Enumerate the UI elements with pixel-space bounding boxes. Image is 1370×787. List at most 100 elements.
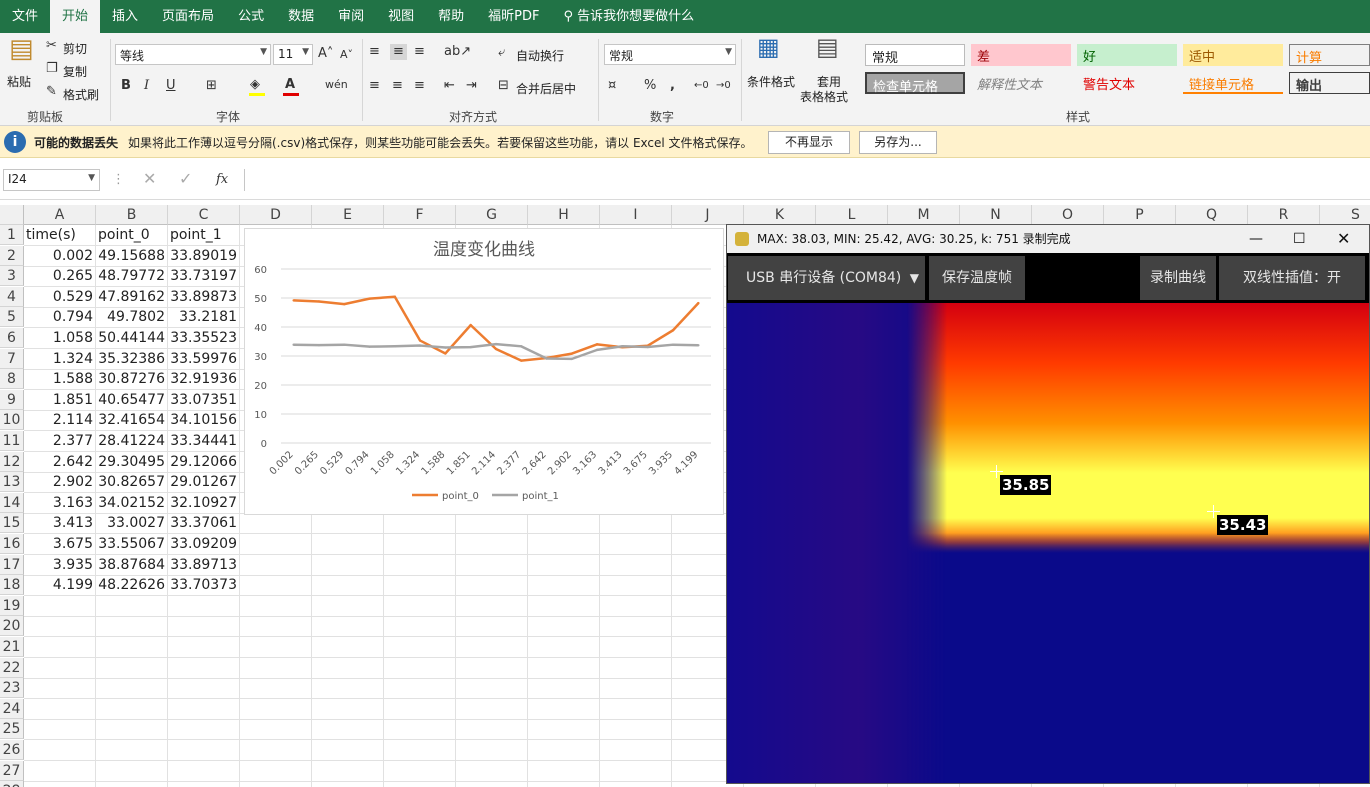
thermal-image[interactable]: 35.85 35.43 (727, 303, 1369, 783)
italic-button[interactable]: I (144, 78, 149, 94)
row-header[interactable]: 17 (0, 554, 24, 575)
column-header[interactable]: A (24, 205, 96, 225)
align-bottom-icon[interactable]: ≡ (414, 44, 425, 60)
column-header[interactable]: K (744, 205, 816, 225)
menu-help[interactable]: 帮助 (426, 0, 476, 33)
menu-formulas[interactable]: 公式 (226, 0, 276, 33)
data-cell[interactable]: 2.377 (24, 431, 95, 451)
align-left-icon[interactable]: ≡ (369, 78, 380, 94)
data-cell[interactable]: 2.642 (24, 452, 95, 472)
row-header[interactable]: 24 (0, 698, 24, 719)
underline-button[interactable]: U (166, 78, 176, 94)
menu-file[interactable]: 文件 (0, 0, 50, 33)
decrease-indent-icon[interactable]: ⇤ (444, 78, 455, 94)
data-cell[interactable]: 33.35523 (168, 328, 239, 348)
row-header[interactable]: 6 (0, 328, 24, 348)
column-header[interactable]: N (960, 205, 1032, 225)
data-cell[interactable]: 1.588 (24, 369, 95, 389)
row-header[interactable]: 9 (0, 389, 24, 410)
data-cell[interactable]: 34.02152 (96, 493, 167, 513)
row-header[interactable]: 27 (0, 760, 24, 781)
row-header[interactable]: 18 (0, 575, 24, 596)
data-cell[interactable]: 29.30495 (96, 452, 167, 472)
maximize-icon[interactable]: ☐ (1293, 225, 1306, 253)
shrink-font-icon[interactable]: A˅ (340, 47, 353, 63)
data-cell[interactable]: 4.199 (24, 575, 95, 595)
data-cell[interactable]: 3.413 (24, 513, 95, 533)
name-box[interactable]: I24 ▼ (3, 169, 100, 191)
header-cell[interactable]: point_1 (168, 225, 240, 245)
menu-foxit-pdf[interactable]: 福昕PDF (476, 0, 551, 33)
style-warning[interactable]: 警告文本 (1077, 72, 1177, 94)
formula-input[interactable] (244, 169, 1370, 191)
style-calculation[interactable]: 计算 (1289, 44, 1370, 66)
data-cell[interactable]: 33.37061 (168, 513, 239, 533)
row-header[interactable]: 11 (0, 431, 24, 451)
row-header[interactable]: 22 (0, 657, 24, 678)
menu-insert[interactable]: 插入 (100, 0, 150, 33)
increase-indent-icon[interactable]: ⇥ (466, 78, 477, 94)
data-cell[interactable]: 33.09209 (168, 534, 239, 554)
enter-icon[interactable]: ✓ (179, 171, 192, 187)
align-center-icon[interactable]: ≡ (392, 78, 403, 94)
row-header[interactable]: 21 (0, 637, 24, 657)
menu-view[interactable]: 视图 (376, 0, 426, 33)
column-header[interactable]: C (168, 205, 240, 225)
data-cell[interactable]: 29.12066 (168, 452, 239, 472)
style-neutral[interactable]: 适中 (1183, 44, 1283, 66)
style-explanatory[interactable]: 解释性文本 (971, 72, 1071, 94)
font-name-select[interactable]: 等线 ▼ (115, 44, 271, 65)
currency-icon[interactable]: ¤ (608, 78, 616, 94)
data-cell[interactable]: 0.529 (24, 287, 95, 307)
data-cell[interactable]: 33.2181 (168, 307, 239, 327)
data-cell[interactable]: 35.32386 (96, 349, 167, 369)
data-cell[interactable]: 32.10927 (168, 493, 239, 513)
line-chart[interactable]: 温度变化曲线 0 10 20 30 40 50 60 0.002 0.265 0.529 0.794 1… (244, 228, 724, 515)
paste-icon[interactable]: ▤ (9, 36, 34, 62)
row-header[interactable]: 14 (0, 492, 24, 513)
copy-button[interactable]: 复制 (63, 63, 87, 80)
column-header[interactable]: S (1320, 205, 1370, 225)
data-cell[interactable]: 3.163 (24, 493, 95, 513)
row-header[interactable]: 20 (0, 616, 24, 637)
data-cell[interactable]: 48.79772 (96, 266, 167, 286)
data-cell[interactable]: 3.675 (24, 534, 95, 554)
minimize-icon[interactable]: — (1249, 225, 1263, 253)
data-cell[interactable]: 29.01267 (168, 472, 239, 492)
conditional-format-button[interactable]: 条件格式 (747, 73, 795, 90)
data-cell[interactable]: 49.7802 (96, 307, 167, 327)
data-cell[interactable]: 1.324 (24, 349, 95, 369)
data-cell[interactable]: 0.002 (24, 246, 95, 266)
row-header[interactable]: 8 (0, 369, 24, 390)
select-all-corner[interactable] (0, 205, 24, 225)
row-header[interactable]: 1 (0, 225, 24, 245)
column-header[interactable]: B (96, 205, 168, 225)
data-cell[interactable]: 34.10156 (168, 410, 239, 430)
row-header[interactable]: 25 (0, 719, 24, 740)
number-format-select[interactable]: 常规 ▼ (604, 44, 736, 65)
style-bad[interactable]: 差 (971, 44, 1071, 66)
save-frame-button[interactable]: 保存温度帧 (929, 256, 1025, 300)
data-cell[interactable]: 33.89873 (168, 287, 239, 307)
font-size-select[interactable]: 11 ▼ (273, 44, 313, 65)
column-header[interactable]: H (528, 205, 600, 225)
paste-button[interactable]: 粘贴 (7, 73, 31, 90)
data-cell[interactable]: 3.935 (24, 555, 95, 575)
phonetic-icon[interactable]: wén (325, 77, 348, 93)
data-cell[interactable]: 33.34441 (168, 431, 239, 451)
insert-function-icon[interactable]: fx (216, 172, 228, 188)
data-cell[interactable]: 40.65477 (96, 390, 167, 410)
row-header[interactable]: 23 (0, 678, 24, 699)
menu-home[interactable]: 开始 (50, 0, 101, 33)
column-header[interactable]: E (312, 205, 384, 225)
row-header[interactable]: 12 (0, 451, 24, 472)
percent-button[interactable]: % (644, 78, 656, 94)
menu-review[interactable]: 审阅 (326, 0, 376, 33)
decrease-decimal-icon[interactable]: →0 (716, 78, 731, 94)
align-right-icon[interactable]: ≡ (414, 78, 425, 94)
data-cell[interactable]: 47.89162 (96, 287, 167, 307)
column-header[interactable]: P (1104, 205, 1176, 225)
row-header[interactable]: 5 (0, 307, 24, 328)
grow-font-icon[interactable]: A˄ (318, 46, 333, 62)
row-header[interactable]: 10 (0, 410, 24, 431)
